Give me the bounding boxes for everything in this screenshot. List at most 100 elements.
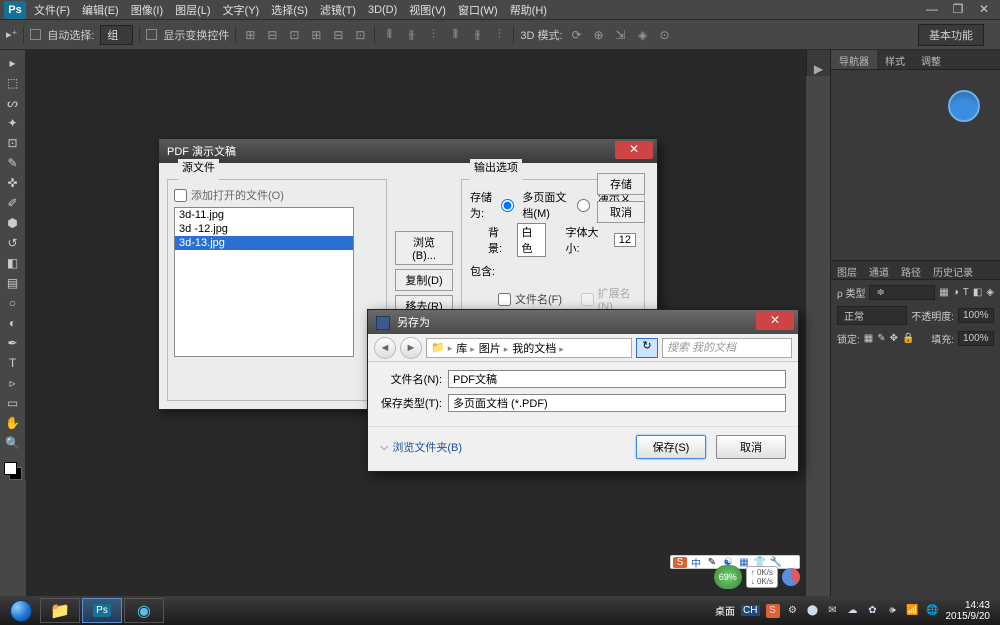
tray-icon[interactable]: S — [766, 604, 780, 618]
lock-icon[interactable]: ✥ — [890, 333, 898, 344]
tray-icon[interactable]: ⚙ — [786, 604, 800, 618]
duplicate-button[interactable]: 复制(D) — [395, 269, 453, 291]
filter-icon[interactable]: T — [963, 287, 969, 298]
wand-tool[interactable]: ✦ — [2, 114, 24, 132]
type-tool[interactable]: T — [2, 354, 24, 372]
filename-checkbox[interactable] — [498, 293, 511, 306]
menu-3d[interactable]: 3D(D) — [368, 4, 397, 16]
dist-icon[interactable]: ⫴ — [447, 27, 463, 43]
menu-window[interactable]: 窗口(W) — [458, 2, 498, 18]
history-brush-tool[interactable]: ↺ — [2, 234, 24, 252]
menu-file[interactable]: 文件(F) — [34, 2, 70, 18]
taskbar-item[interactable]: ◉ — [124, 598, 164, 623]
align-icon[interactable]: ⊟ — [330, 27, 346, 43]
brush-tool[interactable]: ✐ — [2, 194, 24, 212]
tab-navigator[interactable]: 导航器 — [831, 50, 877, 69]
list-item[interactable]: 3d -12.jpg — [175, 222, 353, 236]
clock[interactable]: 14:43 2015/9/20 — [946, 600, 997, 622]
tray-icon[interactable]: ☁ — [846, 604, 860, 618]
tab-adjustments[interactable]: 调整 — [913, 50, 949, 69]
list-item[interactable]: 3d-13.jpg — [175, 236, 353, 250]
blur-tool[interactable]: ○ — [2, 294, 24, 312]
presentation-radio[interactable] — [577, 199, 590, 212]
shape-tool[interactable]: ▭ — [2, 394, 24, 412]
cancel-button[interactable]: 取消 — [597, 201, 645, 223]
file-list[interactable]: 3d-11.jpg 3d -12.jpg 3d-13.jpg — [174, 207, 354, 357]
dist-icon[interactable]: ⫵ — [469, 27, 485, 43]
dist-icon[interactable]: ⫶ — [491, 27, 507, 43]
opacity-value[interactable]: 100% — [958, 308, 994, 323]
3d-icon[interactable]: ⊙ — [657, 27, 673, 43]
path-pic[interactable]: 图片 — [479, 340, 509, 356]
pen-tool[interactable]: ✒ — [2, 334, 24, 352]
menu-view[interactable]: 视图(V) — [409, 2, 446, 18]
path-doc[interactable]: 我的文档 — [512, 340, 564, 356]
dist-icon[interactable]: ⫵ — [403, 27, 419, 43]
dist-icon[interactable]: ⫴ — [381, 27, 397, 43]
lock-icon[interactable]: ✎ — [877, 333, 885, 344]
path-lib[interactable]: 库 — [456, 340, 475, 356]
tray-icon[interactable]: ✿ — [866, 604, 880, 618]
fontsize-dropdown[interactable]: 12 — [614, 233, 636, 247]
pie-icon[interactable] — [782, 568, 800, 586]
refresh-button[interactable]: ↻ — [636, 338, 658, 358]
browse-folders-toggle[interactable]: ⌵ 浏览文件夹(B) — [380, 439, 462, 455]
tab-history[interactable]: 历史记录 — [927, 261, 979, 279]
desktop-label[interactable]: 桌面 — [715, 603, 735, 618]
dodge-tool[interactable]: ◐ — [2, 314, 24, 332]
filter-icon[interactable]: ◑ — [953, 287, 959, 298]
show-controls-checkbox[interactable] — [146, 29, 157, 40]
eraser-tool[interactable]: ◧ — [2, 254, 24, 272]
workspace-switcher[interactable]: 基本功能 — [918, 24, 984, 46]
close-icon[interactable]: ✕ — [756, 312, 794, 330]
multipage-radio[interactable] — [501, 199, 514, 212]
tray-icon[interactable]: ✉ — [826, 604, 840, 618]
align-icon[interactable]: ⊞ — [242, 27, 258, 43]
align-icon[interactable]: ⊡ — [352, 27, 368, 43]
tray-icon[interactable]: 📶 — [906, 604, 920, 618]
3d-icon[interactable]: ⇲ — [613, 27, 629, 43]
menu-edit[interactable]: 编辑(E) — [82, 2, 119, 18]
color-swatch[interactable] — [4, 462, 22, 480]
eyedropper-tool[interactable]: ✎ — [2, 154, 24, 172]
tab-layers[interactable]: 图层 — [831, 261, 863, 279]
align-icon[interactable]: ⊡ — [286, 27, 302, 43]
close-button[interactable]: ✕ — [974, 2, 994, 16]
ime-indicator[interactable]: CH — [741, 605, 759, 616]
tray-icon[interactable]: 🌐 — [926, 604, 940, 618]
dialog-titlebar[interactable]: 另存为 ✕ — [368, 310, 798, 334]
3d-icon[interactable]: ◈ — [635, 27, 651, 43]
menu-help[interactable]: 帮助(H) — [510, 2, 547, 18]
align-icon[interactable]: ⊟ — [264, 27, 280, 43]
tab-channels[interactable]: 通道 — [863, 261, 895, 279]
bg-dropdown[interactable]: 白色 — [517, 223, 547, 257]
filter-icon[interactable]: ▦ — [939, 287, 948, 298]
cancel-button[interactable]: 取消 — [716, 435, 786, 459]
menu-layer[interactable]: 图层(L) — [175, 2, 210, 18]
filter-icon[interactable]: ◈ — [986, 287, 994, 298]
menu-type[interactable]: 文字(Y) — [223, 2, 260, 18]
fill-value[interactable]: 100% — [958, 331, 994, 346]
list-item[interactable]: 3d-11.jpg — [175, 208, 353, 222]
taskbar-item-photoshop[interactable]: Ps — [82, 598, 122, 623]
filetype-dropdown[interactable]: 多页面文档 (*.PDF) — [448, 394, 786, 412]
add-open-checkbox[interactable] — [174, 189, 187, 202]
maximize-button[interactable]: ❐ — [948, 2, 968, 16]
browse-button[interactable]: 浏览(B)... — [395, 231, 453, 265]
forward-button[interactable]: ► — [400, 337, 422, 359]
back-button[interactable]: ◄ — [374, 337, 396, 359]
breadcrumb[interactable]: 📁 库 图片 我的文档 — [426, 338, 632, 358]
lock-icon[interactable]: ▦ — [864, 333, 873, 344]
taskbar-item[interactable]: 📁 — [40, 598, 80, 623]
dist-icon[interactable]: ⫶ — [425, 27, 441, 43]
search-input[interactable]: 搜索 我的文档 — [662, 338, 792, 358]
collapsed-panel-strip[interactable]: ▶ — [806, 50, 830, 76]
save-button[interactable]: 保存(S) — [636, 435, 706, 459]
stamp-tool[interactable]: ⬢ — [2, 214, 24, 232]
move-tool[interactable]: ▸ — [2, 54, 24, 72]
auto-select-checkbox[interactable] — [30, 29, 41, 40]
minimize-button[interactable]: — — [922, 2, 942, 16]
gradient-tool[interactable]: ▤ — [2, 274, 24, 292]
crop-tool[interactable]: ⊡ — [2, 134, 24, 152]
healing-tool[interactable]: ✜ — [2, 174, 24, 192]
